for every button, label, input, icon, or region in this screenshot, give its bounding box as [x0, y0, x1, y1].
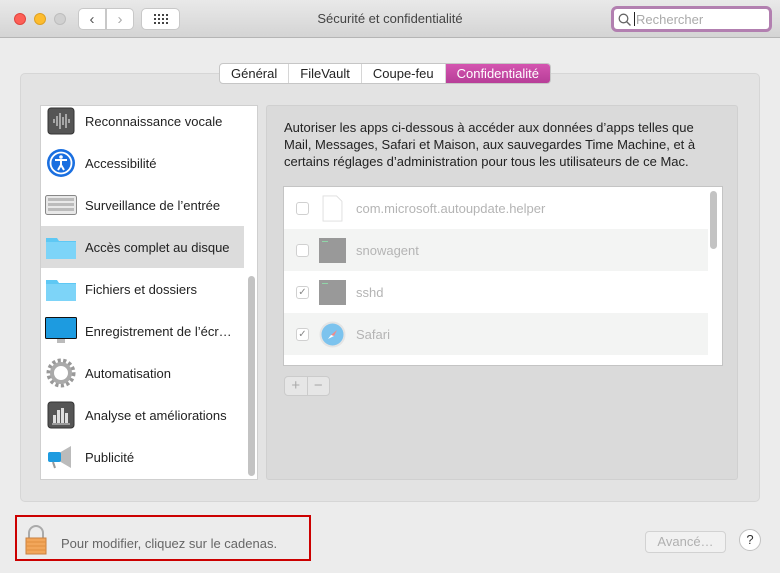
list-item[interactable] [284, 355, 708, 365]
add-button[interactable]: + [285, 377, 308, 395]
sidebar-item-automation[interactable]: Automatisation [41, 352, 244, 394]
sidebar-item-input-monitoring[interactable]: Surveillance de l’entrée [41, 184, 244, 226]
lock-icon[interactable] [25, 525, 47, 555]
remove-button[interactable]: − [308, 377, 330, 395]
list-item[interactable]: com.microsoft.autoupdate.helper [284, 187, 708, 229]
gear-icon [45, 358, 77, 388]
list-item[interactable]: snowagent [284, 229, 708, 271]
advanced-button[interactable]: Avancé… [645, 531, 726, 553]
sidebar-item-accessibility[interactable]: Accessibilité [41, 142, 244, 184]
display-icon [45, 316, 77, 346]
add-remove-control: + − [284, 376, 330, 396]
sidebar-item-advertising[interactable]: Publicité [41, 436, 244, 478]
search-input[interactable]: Rechercher [611, 6, 772, 32]
search-placeholder: Rechercher [636, 11, 704, 27]
app-checkbox[interactable]: ✓ [296, 285, 309, 299]
waveform-icon [45, 106, 77, 136]
lock-message: Pour modifier, cliquez sur le cadenas. [61, 536, 278, 551]
app-checkbox[interactable] [296, 243, 309, 257]
list-item[interactable]: ✓ Safari [284, 313, 708, 355]
folder-icon [45, 232, 77, 262]
safari-icon [319, 321, 346, 347]
sidebar-item-full-disk-access[interactable]: Accès complet au disque [41, 226, 244, 268]
megaphone-icon [45, 442, 77, 472]
lock-area[interactable]: Pour modifier, cliquez sur le cadenas. [15, 515, 311, 561]
app-list-scrollbar[interactable] [710, 191, 717, 249]
tab-general[interactable]: Général [220, 64, 290, 83]
sidebar-item-files-and-folders[interactable]: Fichiers et dossiers [41, 268, 244, 310]
document-icon [322, 194, 343, 222]
sidebar-item-speech-recognition[interactable]: Reconnaissance vocale [41, 106, 244, 142]
tab-filevault[interactable]: FileVault [289, 64, 362, 83]
folder-icon [45, 274, 77, 304]
app-checkbox[interactable]: ✓ [296, 327, 309, 341]
tab-privacy[interactable]: Confidentialité [445, 64, 550, 83]
app-list: com.microsoft.autoupdate.helper snowagen… [283, 186, 723, 366]
sidebar-scrollbar[interactable] [248, 276, 255, 476]
accessibility-icon [45, 148, 77, 178]
sidebar-item-screen-recording[interactable]: Enregistrement de l’écr… [41, 310, 244, 352]
app-checkbox[interactable] [296, 201, 309, 215]
sidebar-item-analytics[interactable]: Analyse et améliorations [41, 394, 244, 436]
tab-bar: Général FileVault Coupe-feu Confidential… [219, 63, 551, 84]
tab-firewall[interactable]: Coupe-feu [362, 64, 446, 83]
search-icon [618, 13, 631, 26]
bar-chart-icon [45, 400, 77, 430]
keyboard-icon [45, 190, 77, 220]
terminal-icon [319, 237, 346, 263]
description-text: Autoriser les apps ci-dessous à accéder … [284, 120, 696, 169]
terminal-icon [319, 279, 346, 305]
help-button[interactable]: ? [739, 529, 761, 551]
list-item[interactable]: ✓ sshd [284, 271, 708, 313]
title-bar: ‹ › Sécurité et confidentialité Recherch… [0, 0, 780, 38]
privacy-category-list: Reconnaissance vocale Accessibilité Surv… [40, 105, 258, 480]
